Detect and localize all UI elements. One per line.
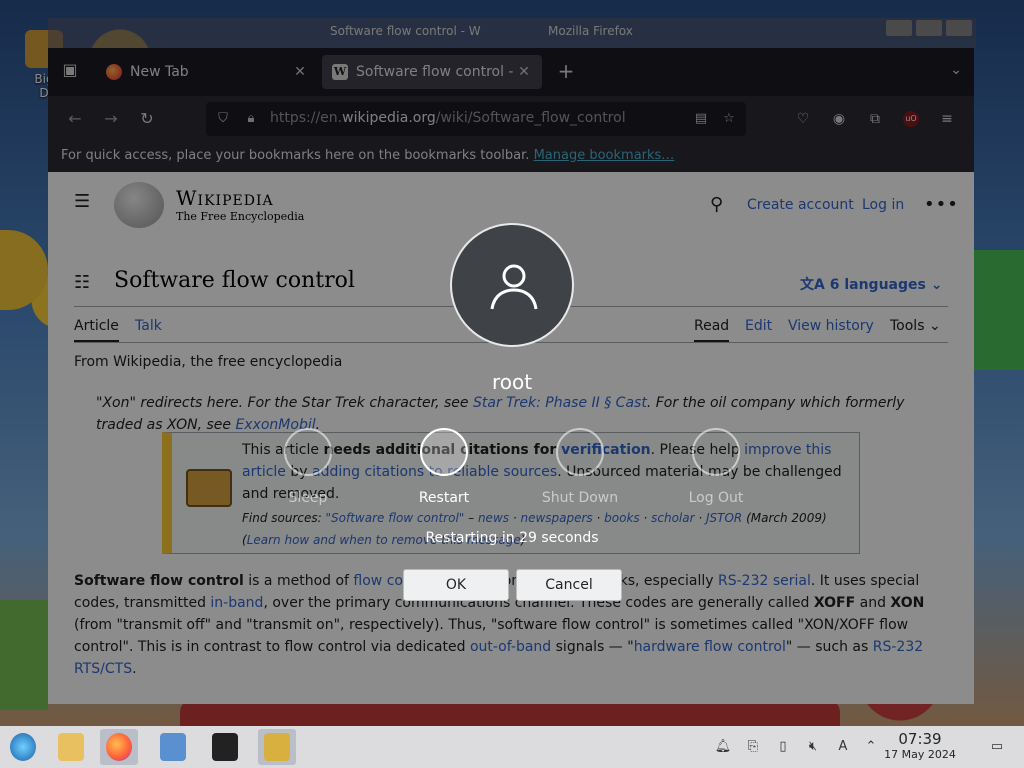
firefox-icon: [106, 733, 132, 761]
restart-icon: [420, 428, 468, 476]
countdown-text: Restarting in 29 seconds: [425, 530, 599, 546]
logout-icon: [692, 428, 740, 476]
terminal-icon: [212, 733, 238, 761]
taskbar-file-manager[interactable]: [52, 729, 90, 765]
start-icon: [10, 733, 36, 761]
battery-icon[interactable]: ▯: [774, 738, 792, 756]
taskbar-firefox[interactable]: [100, 729, 138, 765]
power-icon: [556, 428, 604, 476]
log-out-label: Log Out: [688, 490, 744, 506]
taskbar-image-app[interactable]: [258, 729, 296, 765]
sleep-label: Sleep: [288, 490, 328, 506]
volume-muted-icon[interactable]: 🔇︎: [804, 738, 822, 756]
taskbar-system-settings[interactable]: [154, 729, 192, 765]
shut-down-button[interactable]: Shut Down: [530, 428, 630, 506]
notifications-icon[interactable]: 🔔︎: [714, 738, 732, 756]
shut-down-label: Shut Down: [541, 490, 619, 506]
restart-button[interactable]: Restart: [394, 428, 494, 506]
log-out-button[interactable]: Log Out: [666, 428, 766, 506]
restart-label: Restart: [418, 490, 470, 506]
folder-icon: [58, 733, 84, 761]
username: root: [491, 370, 533, 394]
clock-time: 07:39: [898, 730, 942, 748]
clipboard-icon[interactable]: ⎘: [744, 738, 762, 756]
sleep-button[interactable]: Sleep: [258, 428, 358, 506]
user-avatar: [450, 223, 574, 347]
sleep-icon: [284, 428, 332, 476]
start-menu-button[interactable]: [4, 729, 42, 765]
ok-button[interactable]: OK: [403, 569, 509, 601]
taskbar-terminal[interactable]: [206, 729, 244, 765]
user-icon: [490, 264, 538, 310]
image-icon: [264, 733, 290, 761]
taskbar: 🔔︎ ⎘ ▯ 🔇︎ A ⌃ 07:39 17 May 2024 ▭: [0, 726, 1024, 768]
clock-date: 17 May 2024: [884, 748, 956, 761]
show-desktop-icon[interactable]: ▭: [988, 738, 1006, 756]
cancel-button[interactable]: Cancel: [516, 569, 622, 601]
chevron-up-icon[interactable]: ⌃: [862, 738, 880, 756]
clock[interactable]: 07:39 17 May 2024: [880, 730, 960, 761]
settings-icon: [160, 733, 186, 761]
keyboard-layout-icon[interactable]: A: [834, 738, 852, 756]
